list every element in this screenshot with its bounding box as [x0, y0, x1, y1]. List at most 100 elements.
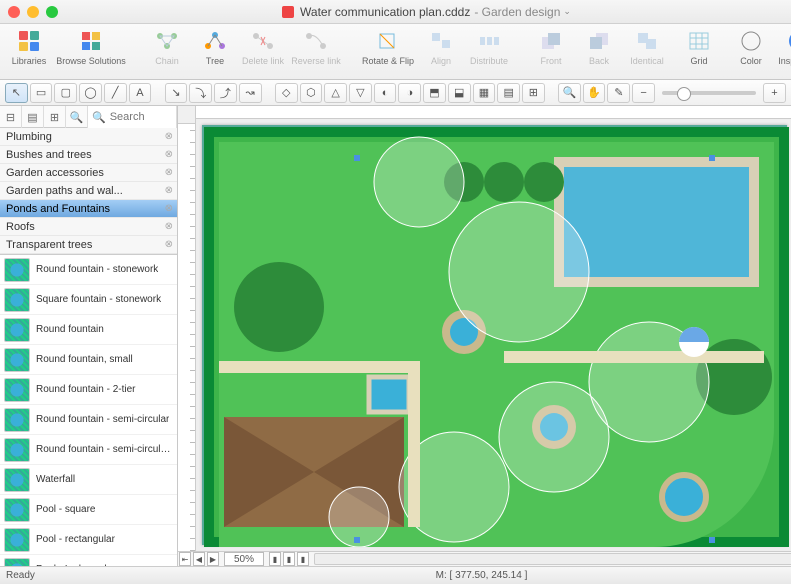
zoom-icon[interactable]	[46, 6, 58, 18]
close-icon[interactable]: ⊗	[165, 131, 173, 142]
shape-item[interactable]: Round fountain, small	[0, 345, 177, 375]
canvas-footer: ⇤ ◀ ▶ 50% ▮ ▮ ▮	[178, 551, 791, 566]
traffic-lights	[8, 6, 58, 18]
mouse-coordinates: M: [ 377.50, 245.14 ]	[178, 570, 785, 581]
page-next-button[interactable]: ▶	[207, 552, 219, 566]
shape-label: Square fountain - stonework	[36, 294, 161, 305]
front-button[interactable]: Front	[528, 28, 574, 66]
page-tab-1[interactable]: ▮	[269, 552, 281, 566]
shape-item[interactable]: Round fountain - 2-tier	[0, 375, 177, 405]
zoom-slider[interactable]	[662, 91, 756, 95]
garden-plan[interactable]	[202, 125, 787, 545]
close-icon[interactable]: ⊗	[165, 185, 173, 196]
close-icon[interactable]	[8, 6, 20, 18]
shape-label: Round fountain - stonework	[36, 264, 158, 275]
back-button[interactable]: Back	[576, 28, 622, 66]
reverse-link-button[interactable]: Reverse link	[288, 28, 344, 66]
identical-button[interactable]: Identical	[624, 28, 670, 66]
zoom-level[interactable]: 50%	[224, 552, 264, 566]
zoom-out-button[interactable]: −	[632, 83, 655, 103]
shape-item[interactable]: Pool - square	[0, 495, 177, 525]
shape-item[interactable]: Round fountain	[0, 315, 177, 345]
panel-tab-tree[interactable]: ⊟	[0, 106, 22, 128]
browse-solutions-button[interactable]: Browse Solutions	[54, 28, 128, 66]
category-item[interactable]: Ponds and Fountains⊗	[0, 200, 177, 218]
connector-tool-4[interactable]: ↝	[239, 83, 262, 103]
eyedropper-tool[interactable]: ✎	[607, 83, 630, 103]
color-button[interactable]: Color	[728, 28, 774, 66]
pointer-tool[interactable]: ↖	[5, 83, 28, 103]
page-tab-2[interactable]: ▮	[283, 552, 295, 566]
shape-item[interactable]: Round fountain - stonework	[0, 255, 177, 285]
page-prev-button[interactable]: ◀	[193, 552, 205, 566]
tree-button[interactable]: Tree	[192, 28, 238, 66]
shape-tool-2[interactable]: ⬡	[300, 83, 323, 103]
category-item[interactable]: Plumbing⊗	[0, 128, 177, 146]
rotate-flip-button[interactable]: Rotate & Flip	[360, 28, 416, 66]
pan-tool[interactable]: ✋	[583, 83, 606, 103]
category-item[interactable]: Transparent trees ⊗	[0, 236, 177, 254]
category-label: Transparent trees	[6, 239, 92, 251]
shape-tool-11[interactable]: ⊞	[522, 83, 545, 103]
page-first-button[interactable]: ⇤	[179, 552, 191, 566]
panel-tab-list[interactable]: ▤	[22, 106, 44, 128]
shape-label: Pool - L-shaped	[36, 564, 107, 566]
library-panel: ⊟ ▤ ⊞ 🔍 🔍 Plumbing⊗Bushes and trees⊗Gard…	[0, 106, 178, 566]
ruler-origin[interactable]	[178, 106, 196, 124]
horizontal-scrollbar[interactable]	[314, 553, 791, 565]
close-icon[interactable]: ⊗	[165, 221, 173, 232]
close-icon[interactable]: ⊗	[165, 149, 173, 160]
vertical-ruler[interactable]	[178, 119, 196, 551]
page-tab-3[interactable]: ▮	[297, 552, 309, 566]
connector-tool-3[interactable]: ⤴	[214, 83, 237, 103]
text-tool[interactable]: A	[129, 83, 152, 103]
category-item[interactable]: Bushes and trees⊗	[0, 146, 177, 164]
shape-thumbnail	[4, 378, 30, 402]
category-item[interactable]: Garden accessories⊗	[0, 164, 177, 182]
category-item[interactable]: Roofs⊗	[0, 218, 177, 236]
line-tool[interactable]: ╱	[104, 83, 127, 103]
connector-tool-2[interactable]: ⤵	[189, 83, 212, 103]
shape-item[interactable]: Round fountain - semi-circular	[0, 405, 177, 435]
shape-item[interactable]: Square fountain - stonework	[0, 285, 177, 315]
rounded-rect-tool[interactable]: ▢	[54, 83, 77, 103]
shape-thumbnail	[4, 318, 30, 342]
distribute-button[interactable]: Distribute	[466, 28, 512, 66]
shape-tool-9[interactable]: ▦	[473, 83, 496, 103]
shape-label: Round fountain	[36, 324, 104, 335]
chevron-down-icon[interactable]: ⌄	[563, 6, 571, 17]
shape-item[interactable]: Waterfall	[0, 465, 177, 495]
close-icon[interactable]: ⊗	[165, 203, 173, 214]
shape-item[interactable]: Pool - L-shaped	[0, 555, 177, 566]
shape-item[interactable]: Round fountain - semi-circula...	[0, 435, 177, 465]
libraries-button[interactable]: Libraries	[6, 28, 52, 66]
panel-tab-search[interactable]: 🔍	[66, 106, 88, 128]
close-icon[interactable]: ⊗	[165, 167, 173, 178]
chain-button[interactable]: Chain	[144, 28, 190, 66]
shape-tool-7[interactable]: ⬒	[423, 83, 446, 103]
connector-tool-1[interactable]: ↘	[165, 83, 188, 103]
horizontal-ruler[interactable]	[196, 106, 791, 119]
search-input[interactable]	[110, 111, 176, 123]
rect-tool[interactable]: ▭	[30, 83, 53, 103]
zoom-in-tool[interactable]: 🔍	[558, 83, 581, 103]
panel-tab-grid[interactable]: ⊞	[44, 106, 66, 128]
category-item[interactable]: Garden paths and wal...⊗	[0, 182, 177, 200]
shape-tool-8[interactable]: ⬓	[448, 83, 471, 103]
inspectors-button[interactable]: iInspectors	[776, 28, 791, 66]
drawing-canvas[interactable]	[196, 119, 791, 551]
shape-item[interactable]: Pool - rectangular	[0, 525, 177, 555]
shape-tool-3[interactable]: △	[324, 83, 347, 103]
shape-tool-10[interactable]: ▤	[497, 83, 520, 103]
zoom-in-button[interactable]: +	[763, 83, 786, 103]
minimize-icon[interactable]	[27, 6, 39, 18]
shape-tool-6[interactable]: ◑	[398, 83, 421, 103]
shape-tool-5[interactable]: ◐	[374, 83, 397, 103]
grid-button[interactable]: Grid	[686, 28, 712, 66]
ellipse-tool[interactable]: ◯	[79, 83, 102, 103]
align-button[interactable]: Align	[418, 28, 464, 66]
shape-tool-1[interactable]: ◇	[275, 83, 298, 103]
close-icon[interactable]: ⊗	[165, 239, 173, 250]
delete-link-button[interactable]: Delete link	[240, 28, 286, 66]
shape-tool-4[interactable]: ▽	[349, 83, 372, 103]
